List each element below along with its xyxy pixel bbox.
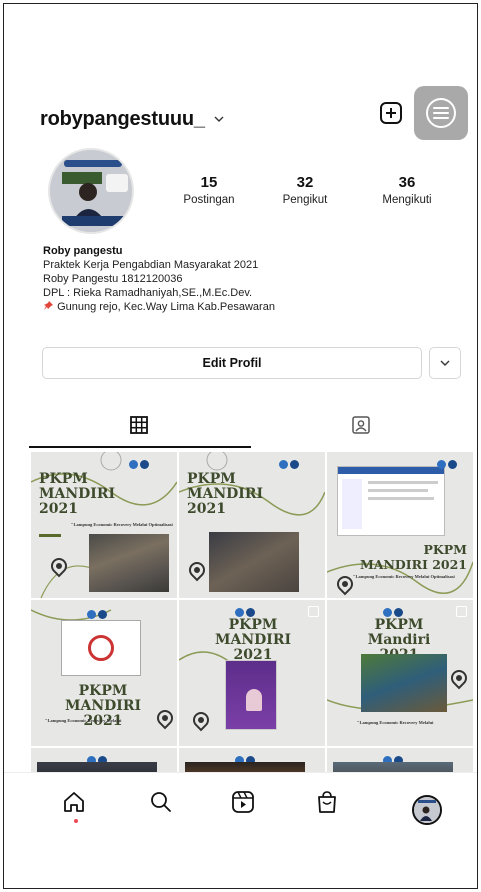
sponsor-logos: [383, 752, 405, 765]
post-poster: [225, 660, 277, 730]
post-photo: [185, 762, 305, 772]
post-screenshot: [337, 466, 445, 536]
sponsor-logos: [279, 456, 301, 469]
edit-profile-button[interactable]: Edit Profil: [42, 347, 422, 379]
sponsor-logos: [437, 456, 459, 469]
tagged-icon[interactable]: [351, 415, 371, 435]
post-title: PKPM MANDIRI 2021: [214, 617, 292, 663]
search-icon[interactable]: [146, 787, 176, 817]
active-tab-indicator: [29, 446, 251, 448]
post-subtitle: "Lampung Economic Recovery Melalui Optim…: [71, 522, 173, 527]
avatar-image: [50, 150, 132, 232]
post-photo: [209, 532, 299, 592]
shop-icon[interactable]: [312, 787, 342, 817]
bio-line: Praktek Kerja Pengabdian Masyarakat 2021: [43, 259, 259, 271]
chevron-down-icon: [440, 360, 450, 366]
profile-header: robypangestuuu_: [40, 86, 468, 144]
post-screenshot: [61, 620, 141, 676]
sponsor-logos: [87, 752, 109, 765]
posts-grid: PKPM MANDIRI 2021 "Lampung Economic Recove…: [31, 452, 474, 772]
bio-line: Roby Pangestu 1812120036: [43, 273, 183, 285]
post-subtitle: "Lampung Economic Recovery Melalui Optim…: [353, 574, 455, 579]
post-thumbnail[interactable]: PKPM MANDIRI 2021: [179, 452, 325, 598]
post-photo: [361, 654, 447, 712]
new-post-icon[interactable]: [380, 102, 402, 124]
notification-dot: [74, 819, 78, 823]
post-title: PKPM MANDIRI 2021: [187, 471, 264, 517]
grid-icon[interactable]: [129, 415, 149, 435]
post-thumbnail[interactable]: PKPM MANDIRI 2021 "Lampung Economic Recov…: [327, 452, 473, 598]
profile-bio: Roby pangestu Praktek Kerja Pengabdian M…: [43, 244, 275, 314]
stat-posts[interactable]: 15 Postingan: [164, 174, 254, 206]
sponsor-logos: [87, 606, 109, 619]
posts-label: Postingan: [183, 194, 235, 206]
sponsor-logos: [235, 752, 257, 765]
post-thumbnail[interactable]: [179, 748, 325, 772]
post-thumbnail[interactable]: PKPM MANDIRI 2021 "Lampung Economic Recov…: [31, 600, 177, 746]
post-thumbnail[interactable]: PKPM MANDIRI 2021 "Lampung Economic Recove…: [31, 452, 177, 598]
carousel-icon: [308, 606, 319, 617]
post-title: PKPM MANDIRI 2021: [39, 471, 116, 517]
post-photo: [333, 762, 453, 772]
display-name: Roby pangestu: [43, 245, 123, 257]
location-text: Gunung rejo, Kec.Way Lima Kab.Pesawaran: [57, 301, 275, 313]
post-thumbnail[interactable]: [31, 748, 177, 772]
stat-following[interactable]: 36 Mengikuti: [362, 174, 452, 206]
bio-location: Gunung rejo, Kec.Way Lima Kab.Pesawaran: [43, 300, 275, 314]
followers-count: 32: [296, 174, 314, 191]
post-subtitle: "Lampung Economic Recovery Melalui: [357, 720, 434, 725]
profile-tabs: [29, 409, 474, 449]
menu-button[interactable]: [414, 86, 468, 140]
following-count: 36: [398, 174, 416, 191]
reels-icon[interactable]: [228, 787, 258, 817]
sponsor-logos: [383, 604, 405, 617]
profile-tab-avatar[interactable]: [412, 795, 442, 825]
followers-label: Pengikut: [282, 194, 328, 206]
username[interactable]: robypangestuuu_: [40, 108, 205, 131]
sponsor-logos: [129, 456, 151, 469]
following-label: Mengikuti: [382, 194, 432, 206]
bottom-navigation: [4, 772, 477, 848]
post-thumbnail[interactable]: [327, 748, 473, 772]
posts-count: 15: [200, 174, 218, 191]
post-thumbnail[interactable]: PKPMMandiri 2021 "Lampung Economic Recov…: [327, 600, 473, 746]
post-subtitle: "Lampung Economic Recovery Melalui: [45, 718, 122, 723]
post-title: PKPM MANDIRI 2021: [359, 542, 467, 572]
avatar-image: [414, 797, 440, 823]
stat-followers[interactable]: 32 Pengikut: [260, 174, 350, 206]
chevron-down-icon[interactable]: [212, 112, 226, 126]
carousel-icon: [456, 606, 467, 617]
pushpin-icon: [44, 301, 53, 310]
post-photo: [89, 534, 169, 592]
sponsor-logos: [235, 604, 257, 617]
post-photo: [37, 762, 157, 772]
phone-screen: robypangestuuu_ 15 Postingan 32 Pengikut…: [3, 3, 478, 889]
home-icon[interactable]: [59, 787, 89, 817]
bio-line: DPL : Rieka Ramadhaniyah,SE.,M.Ec.Dev.: [43, 287, 253, 299]
profile-avatar[interactable]: [48, 148, 134, 234]
suggestions-button[interactable]: [429, 347, 461, 379]
post-thumbnail[interactable]: PKPM MANDIRI 2021: [179, 600, 325, 746]
